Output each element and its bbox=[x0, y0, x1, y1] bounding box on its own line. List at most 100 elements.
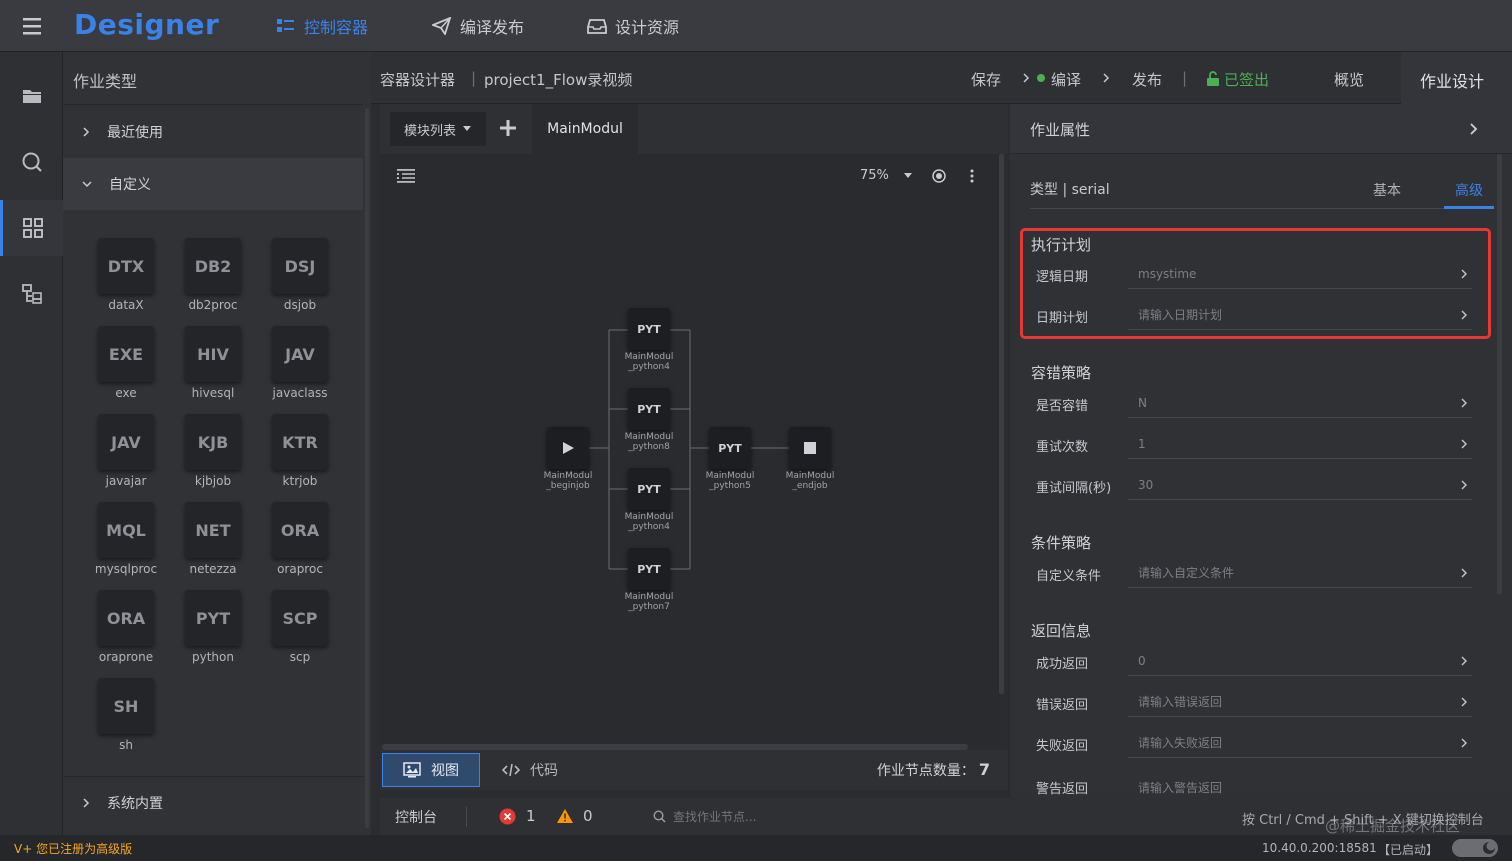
job-type-item[interactable]: EXE exe bbox=[91, 326, 161, 400]
flow-node-python4[interactable]: PYT MainModul _python4 bbox=[619, 308, 679, 372]
node-code: PYT bbox=[709, 427, 751, 469]
job-type-item[interactable]: DB2 db2proc bbox=[178, 238, 248, 312]
console-title[interactable]: 控制台 bbox=[395, 807, 437, 827]
panel-title: 作业属性 bbox=[1030, 121, 1091, 139]
status-bar: V+ 您已注册为高级版 10.40.0.200:18581 【已启动】 bbox=[0, 835, 1512, 861]
nav-label: 设计资源 bbox=[615, 18, 680, 37]
job-type-item[interactable]: ORA oraproc bbox=[265, 502, 335, 576]
flow-canvas[interactable]: 75% MainModul _beginjob PYT MainModul _pyt… bbox=[380, 154, 1000, 744]
panel-header: 作业属性 bbox=[1010, 104, 1512, 154]
job-type-label: exe bbox=[115, 386, 137, 400]
publish-button[interactable]: 发布 bbox=[1132, 69, 1162, 90]
fault-tolerance-field[interactable]: N bbox=[1128, 388, 1472, 418]
registration-status[interactable]: V+ 您已注册为高级版 bbox=[14, 840, 132, 857]
job-type-label: javajar bbox=[105, 474, 147, 488]
folder-icon[interactable] bbox=[0, 68, 63, 124]
node-label: MainModul bbox=[624, 512, 674, 522]
project-name: project1_Flow录视频 bbox=[484, 71, 633, 89]
job-type-item[interactable]: DTX dataX bbox=[91, 238, 161, 312]
node-search-input[interactable] bbox=[673, 805, 933, 829]
theme-toggle[interactable] bbox=[1452, 839, 1498, 857]
group-label: 最近使用 bbox=[107, 125, 163, 141]
tab-main-module[interactable]: MainModul bbox=[532, 104, 638, 154]
section-title: 条件策略 bbox=[1031, 534, 1092, 552]
retry-count-field[interactable]: 1 bbox=[1128, 429, 1472, 459]
job-type-icon: JAV bbox=[272, 326, 328, 382]
plus-icon[interactable] bbox=[498, 118, 518, 138]
job-type: 类型 | serial bbox=[1030, 182, 1110, 198]
flow-node-beginjob[interactable]: MainModul _beginjob bbox=[538, 427, 598, 491]
job-type-label: mysqlproc bbox=[94, 562, 158, 576]
breadcrumb-root[interactable]: 容器设计器 bbox=[380, 69, 455, 90]
field-value: 请输入错误返回 bbox=[1138, 695, 1223, 709]
job-type-item[interactable]: JAV javaclass bbox=[265, 326, 335, 400]
node-label: _endjob bbox=[792, 481, 828, 491]
view-label: 视图 bbox=[431, 763, 459, 779]
console-bar: 控制台 1 0 按 Ctrl / Cmd + Shift + X 键切换控制台 … bbox=[380, 798, 1512, 835]
caret-down-icon bbox=[462, 125, 472, 133]
play-icon bbox=[547, 427, 589, 469]
flow-node-python8[interactable]: PYT MainModul _python8 bbox=[619, 388, 679, 452]
retry-interval-field[interactable]: 30 bbox=[1128, 470, 1472, 500]
divider bbox=[63, 104, 363, 105]
group-custom[interactable]: 自定义 bbox=[63, 158, 363, 210]
save-button[interactable]: 保存 bbox=[971, 69, 1001, 90]
active-tab-indicator bbox=[1444, 206, 1494, 209]
hierarchy-icon[interactable] bbox=[0, 266, 63, 322]
job-type-item[interactable]: ORA oraprone bbox=[91, 590, 161, 664]
job-type-item[interactable]: KJB kjbjob bbox=[178, 414, 248, 488]
job-type-item[interactable]: DSJ dsjob bbox=[265, 238, 335, 312]
job-type-item[interactable]: PYT python bbox=[178, 590, 248, 664]
job-type-item[interactable]: NET netezza bbox=[178, 502, 248, 576]
nav-compile-publish[interactable]: 编译发布 bbox=[432, 14, 524, 38]
flow-node-python4b[interactable]: PYT MainModul _python4 bbox=[619, 468, 679, 532]
checked-out-status[interactable]: 已签出 bbox=[1224, 69, 1269, 90]
failure-return-field[interactable]: 请输入失败返回 bbox=[1128, 728, 1472, 758]
scrollbar[interactable] bbox=[999, 154, 1004, 694]
nav-design-resources[interactable]: 设计资源 bbox=[587, 14, 679, 38]
clipped-row: 警告返回 请输入警告返回 bbox=[1010, 778, 1500, 798]
job-type-item[interactable]: HIV hivesql bbox=[178, 326, 248, 400]
flow-node-endjob[interactable]: MainModul _endjob bbox=[780, 427, 840, 491]
job-type-item[interactable]: JAV javajar bbox=[91, 414, 161, 488]
field-value: 0 bbox=[1138, 653, 1146, 668]
error-return-field[interactable]: 请输入错误返回 bbox=[1128, 687, 1472, 717]
job-type-icon: PYT bbox=[185, 590, 241, 646]
group-builtin[interactable]: 系统内置 bbox=[63, 777, 363, 829]
node-code: PYT bbox=[628, 388, 670, 430]
success-return-field[interactable]: 0 bbox=[1128, 646, 1472, 676]
warning-return-field[interactable]: 请输入警告返回 bbox=[1138, 779, 1222, 796]
tab-advanced[interactable]: 高级 bbox=[1455, 180, 1483, 200]
hamburger-menu-icon[interactable] bbox=[18, 14, 46, 38]
tab-basic[interactable]: 基本 bbox=[1373, 180, 1401, 200]
custom-condition-field[interactable]: 请输入自定义条件 bbox=[1128, 558, 1472, 588]
code-button[interactable]: 代码 bbox=[502, 753, 558, 787]
chevron-right-icon bbox=[81, 126, 91, 138]
overview-button[interactable]: 概览 bbox=[1334, 69, 1364, 90]
module-list-dropdown[interactable]: 模块列表 bbox=[390, 112, 486, 146]
group-recent[interactable]: 最近使用 bbox=[63, 106, 363, 158]
field-label: 错误返回 bbox=[1036, 698, 1089, 713]
chevron-right-icon[interactable] bbox=[1468, 121, 1478, 137]
job-type-item[interactable]: SCP scp bbox=[265, 590, 335, 664]
send-icon bbox=[432, 17, 452, 35]
scrollbar[interactable] bbox=[1497, 154, 1502, 594]
search-icon[interactable] bbox=[0, 134, 63, 190]
job-type-item[interactable]: SH sh bbox=[91, 678, 161, 752]
job-type-item[interactable]: MQL mysqlproc bbox=[91, 502, 161, 576]
tab-job-design[interactable]: 作业设计 bbox=[1401, 52, 1512, 104]
view-button[interactable]: 视图 bbox=[382, 753, 480, 787]
flow-node-python7[interactable]: PYT MainModul _python7 bbox=[619, 548, 679, 612]
scrollbar[interactable] bbox=[365, 108, 369, 828]
nav-control-container[interactable]: 控制容器 bbox=[276, 14, 368, 38]
grid-apps-icon[interactable] bbox=[0, 200, 63, 256]
warning-icon[interactable] bbox=[556, 808, 574, 824]
section-title: 容错策略 bbox=[1031, 364, 1092, 382]
error-icon[interactable] bbox=[499, 808, 516, 825]
job-type-icon: DB2 bbox=[185, 238, 241, 294]
node-count: 作业节点数量： 7 bbox=[877, 760, 990, 780]
flow-node-python5[interactable]: PYT MainModul _python5 bbox=[700, 427, 760, 491]
job-properties-panel: 作业属性 类型 | serial 基本 高级 执行计划 逻辑日期 msystim… bbox=[1010, 104, 1512, 835]
job-type-item[interactable]: KTR ktrjob bbox=[265, 414, 335, 488]
compile-button[interactable]: 编译 bbox=[1051, 69, 1081, 90]
